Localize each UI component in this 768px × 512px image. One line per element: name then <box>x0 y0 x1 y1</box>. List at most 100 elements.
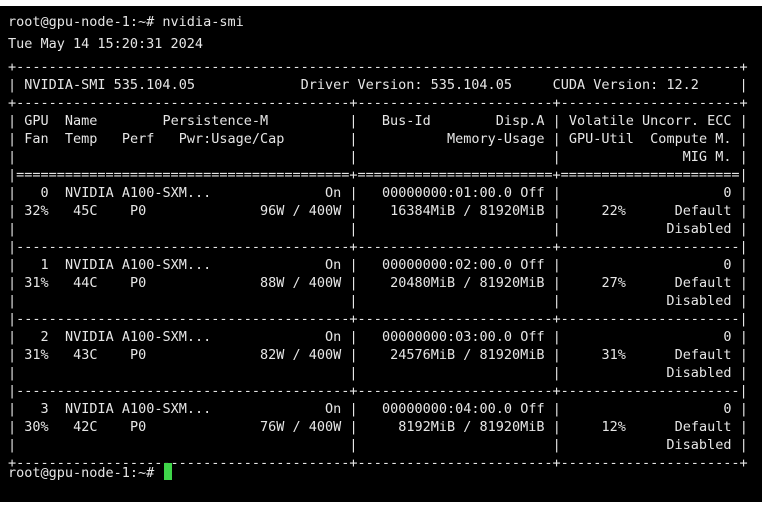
table-border: | <box>8 221 17 237</box>
gpu-bus-id: 00000000:01:00.0 <box>365 185 513 201</box>
gpu-disp: Off <box>520 185 545 201</box>
table-border: | <box>739 437 748 453</box>
table-border: | <box>8 257 17 273</box>
gpu-util: 31% <box>568 347 626 363</box>
table-border: | <box>349 149 358 165</box>
gpu-id: 0 <box>24 185 49 201</box>
table-border: | <box>739 401 748 417</box>
gpu-power: 96W / 400W <box>260 203 342 219</box>
command-line: root@gpu-node-1:~# nvidia-smi <box>8 14 244 30</box>
table-border: | <box>739 221 748 237</box>
terminal-window[interactable]: root@gpu-node-1:~# nvidia-smi Tue May 14… <box>0 6 762 502</box>
table-border: | <box>349 347 358 363</box>
gpu-disp: Off <box>520 401 545 417</box>
gpu-mig-mode: Disabled <box>568 365 732 381</box>
gpu-mig-mode: Disabled <box>568 221 732 237</box>
gpu-name: NVIDIA A100-SXM... <box>64 257 212 273</box>
header-mig: MIG M. <box>568 149 732 165</box>
table-border: | <box>349 185 358 201</box>
table-border: | <box>349 113 358 129</box>
gpu-util: 12% <box>568 419 626 435</box>
table-border: | <box>8 401 17 417</box>
gpu-id: 1 <box>24 257 49 273</box>
gpu-persistence: On <box>325 401 342 417</box>
table-border: | <box>552 275 561 291</box>
table-border: | <box>8 365 17 381</box>
gpu-util: 27% <box>568 275 626 291</box>
table-border: | <box>552 419 561 435</box>
table-border: | <box>552 221 561 237</box>
gpu-name: NVIDIA A100-SXM... <box>64 401 212 417</box>
gpu-fan: 32% <box>24 203 49 219</box>
table-border: | <box>349 203 358 219</box>
header-ecc: Volatile Uncorr. ECC <box>568 113 732 129</box>
table-row: | 32% 45C P0 96W / 400W | 16384MiB / 819… <box>8 203 748 219</box>
table-border: |---------------------------------------… <box>8 383 748 399</box>
table-border: | <box>739 329 748 345</box>
table-border: |=======================================… <box>8 167 748 183</box>
table-border: | <box>739 131 748 147</box>
shell-prompt: root@gpu-node-1:~# <box>8 465 155 481</box>
table-border: | <box>349 131 358 147</box>
gpu-fan: 31% <box>24 347 49 363</box>
table-border: | <box>8 437 17 453</box>
gpu-ecc: 0 <box>569 401 732 417</box>
table-border: | <box>8 185 17 201</box>
gpu-compute-mode: Default <box>674 419 732 435</box>
table-border: | <box>552 365 561 381</box>
gpu-ecc: 0 <box>569 185 732 201</box>
table-row: | 1 NVIDIA A100-SXM... On | 00000000:02:… <box>8 257 748 273</box>
table-border: | <box>8 113 17 129</box>
cuda-version: CUDA Version: 12.2 <box>552 77 699 93</box>
table-border: | <box>739 203 748 219</box>
gpu-temp: 43C <box>73 347 106 363</box>
table-border: | <box>349 221 358 237</box>
header-bus-disp: Bus-Id Disp.A <box>365 113 545 129</box>
table-border: | <box>552 347 561 363</box>
table-row: | 3 NVIDIA A100-SXM... On | 00000000:04:… <box>8 401 748 417</box>
nvidia-smi-table: +---------------------------------------… <box>8 58 748 472</box>
gpu-disp: Off <box>520 257 545 273</box>
table-border: | <box>552 257 561 273</box>
table-border: | <box>8 131 17 147</box>
table-border: | <box>552 293 561 309</box>
gpu-ecc: 0 <box>569 257 732 273</box>
table-border: | <box>698 77 748 93</box>
table-border: | <box>552 185 561 201</box>
gpu-temp: 45C <box>73 203 106 219</box>
table-border: | <box>8 149 17 165</box>
gpu-id: 2 <box>24 329 49 345</box>
gpu-perf: P0 <box>129 203 147 219</box>
gpu-compute-mode: Default <box>674 347 732 363</box>
gpu-persistence: On <box>325 185 342 201</box>
table-border: | <box>349 329 358 345</box>
gpu-name: NVIDIA A100-SXM... <box>64 185 212 201</box>
table-border: | <box>739 149 748 165</box>
gpu-memory: 8192MiB / 81920MiB <box>365 419 545 435</box>
table-border: | <box>8 275 17 291</box>
table-border: | <box>8 293 17 309</box>
gpu-memory: 20480MiB / 81920MiB <box>365 275 545 291</box>
prompt-line[interactable]: root@gpu-node-1:~# <box>8 463 173 482</box>
table-border: | <box>552 329 561 345</box>
table-border: | <box>349 365 358 381</box>
gpu-power: 82W / 400W <box>260 347 342 363</box>
table-border: | <box>349 257 358 273</box>
table-row: | | | Disabled | <box>8 437 748 453</box>
gpu-perf: P0 <box>129 419 147 435</box>
gpu-temp: 42C <box>73 419 106 435</box>
table-border: | <box>8 347 17 363</box>
table-border: | <box>349 419 358 435</box>
gpu-bus-id: 00000000:04:00.0 <box>365 401 513 417</box>
table-border: | <box>8 77 25 93</box>
table-border: | <box>8 419 17 435</box>
table-row: | 2 NVIDIA A100-SXM... On | 00000000:03:… <box>8 329 748 345</box>
table-border: | <box>349 437 358 453</box>
driver-version: Driver Version: 535.104.05 <box>300 77 512 93</box>
table-border: | <box>349 401 358 417</box>
gpu-fan: 31% <box>24 275 49 291</box>
gpu-util: 22% <box>568 203 626 219</box>
table-border: | <box>739 365 748 381</box>
table-border: | <box>8 329 17 345</box>
gpu-memory: 16384MiB / 81920MiB <box>365 203 545 219</box>
